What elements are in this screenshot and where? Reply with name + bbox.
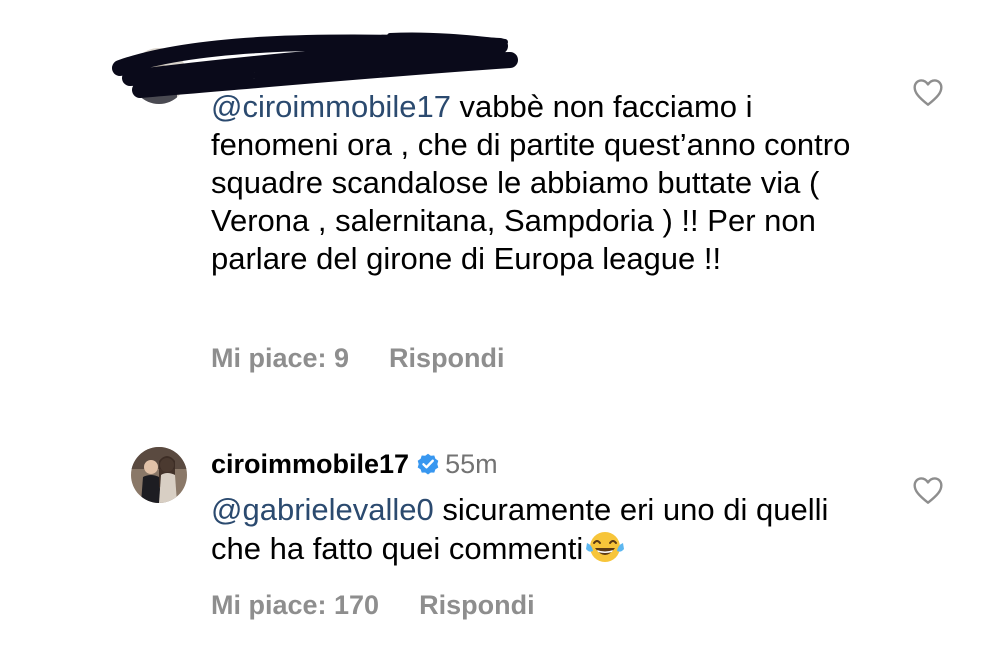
username[interactable]: ciroimmobile17 (211, 449, 409, 479)
comment-header: ciroimmobile17 55m (211, 447, 498, 481)
mention-link[interactable]: @gabrielevalle0 (211, 492, 434, 527)
heart-outline-icon[interactable] (912, 475, 944, 505)
reply-button[interactable]: Rispondi (419, 590, 535, 620)
mention-link[interactable]: @ciroimmobile17 (211, 89, 451, 124)
comment-actions: Mi piace: 9 Rispondi (211, 342, 505, 374)
likes-count[interactable]: Mi piace: 9 (211, 343, 349, 373)
heart-outline-icon[interactable] (912, 77, 944, 107)
avatar[interactable] (131, 447, 187, 503)
verified-badge-icon (417, 453, 439, 475)
likes-count[interactable]: Mi piace: 170 (211, 590, 379, 620)
comment-text: @ciroimmobile17 vabbè non facciamo i fen… (211, 88, 871, 278)
reply-button[interactable]: Rispondi (389, 343, 505, 373)
comment-text: @gabrielevalle0 sicuramente eri uno di q… (211, 491, 871, 568)
face-with-tears-of-joy-icon (586, 532, 625, 562)
comment-actions: Mi piace: 170 Rispondi (211, 589, 535, 621)
timestamp: 55m (445, 449, 498, 479)
